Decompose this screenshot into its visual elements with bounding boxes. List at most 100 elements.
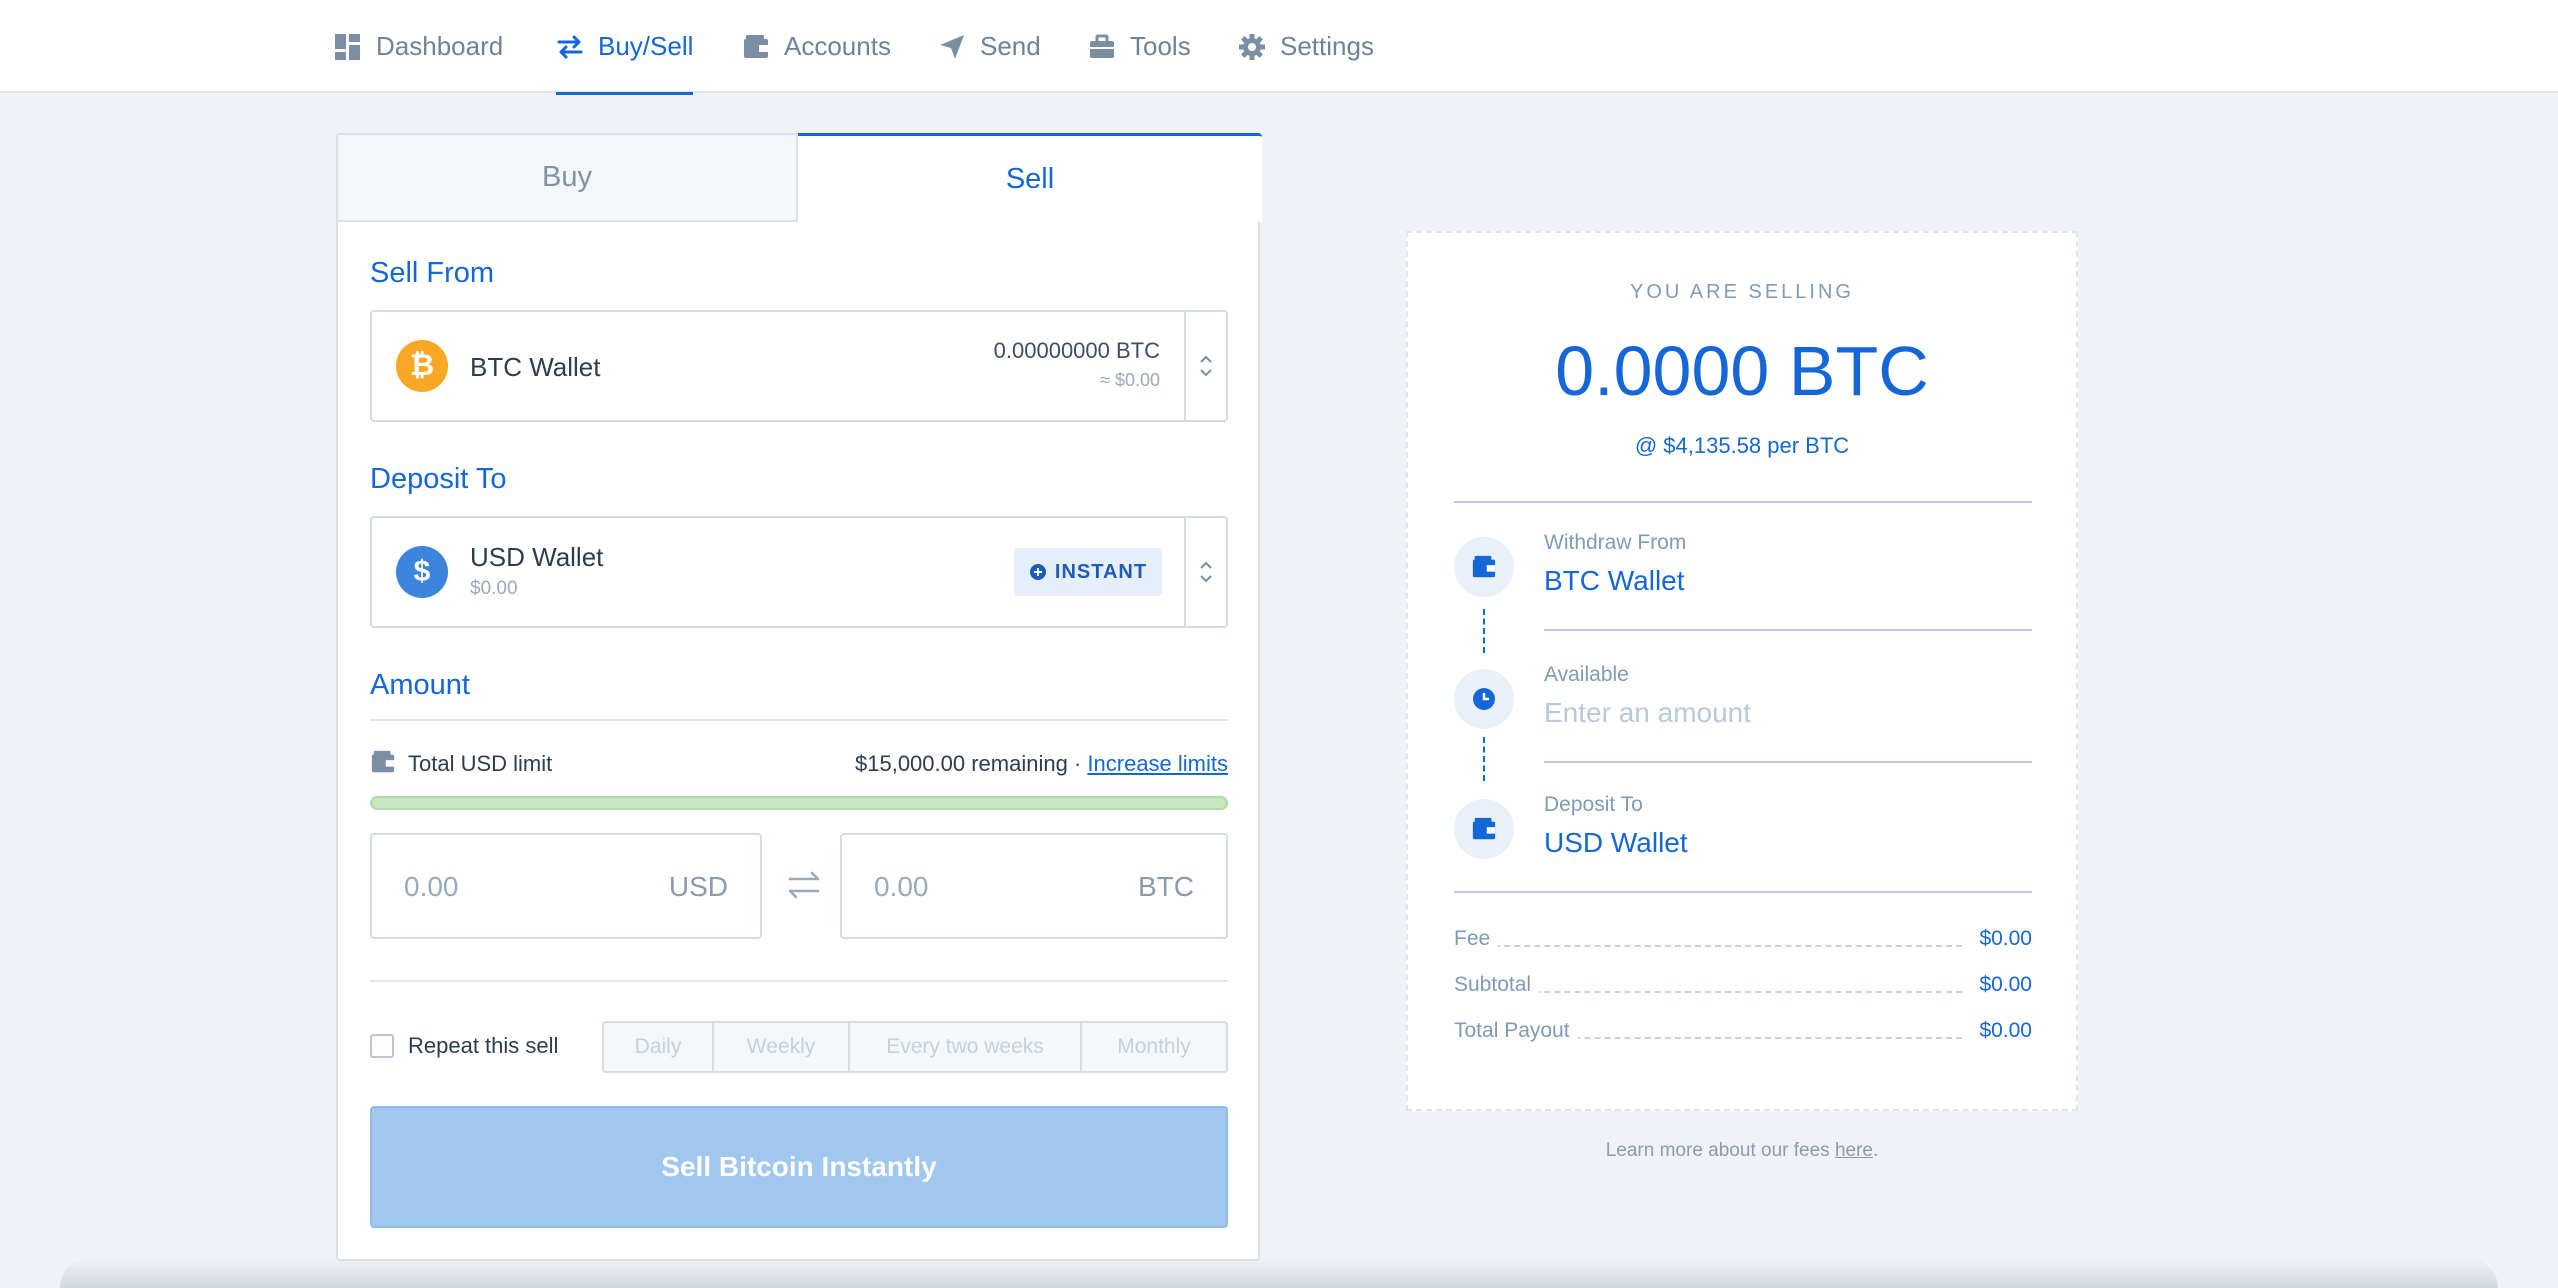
bottom-shadow bbox=[60, 1258, 2498, 1288]
dollar-icon: $ bbox=[396, 546, 448, 598]
deposit-to-stepper[interactable] bbox=[1184, 518, 1226, 626]
nav-send-label: Send bbox=[980, 31, 1041, 61]
usd-amount-value: 0.00 bbox=[404, 871, 459, 902]
fee-value: $0.00 bbox=[1971, 927, 2032, 951]
increase-limits-link[interactable]: Increase limits bbox=[1087, 751, 1228, 776]
wallet-icon bbox=[1454, 799, 1514, 859]
divider bbox=[1454, 891, 2032, 893]
step-connector bbox=[1483, 609, 1485, 653]
sell-from-wallet-name: BTC Wallet bbox=[470, 352, 601, 382]
frequency-monthly[interactable]: Monthly bbox=[1082, 1023, 1226, 1071]
usd-amount-input[interactable]: 0.00 USD bbox=[370, 833, 762, 939]
total-payout-row: Total Payout $0.00 bbox=[1454, 1019, 2032, 1049]
nav-dashboard[interactable]: Dashboard bbox=[334, 0, 503, 93]
exchange-icon bbox=[556, 33, 584, 61]
usd-currency-label: USD bbox=[668, 871, 728, 902]
deposit-to-select[interactable]: $ USD Wallet $0.00 INSTANT bbox=[370, 516, 1228, 628]
sell-from-stepper[interactable] bbox=[1184, 312, 1226, 420]
chevron-up-down-icon bbox=[1200, 561, 1212, 583]
nav-dashboard-label: Dashboard bbox=[376, 31, 504, 61]
gear-icon bbox=[1238, 33, 1266, 61]
instant-badge-label: INSTANT bbox=[1054, 560, 1148, 583]
limit-separator: · bbox=[1073, 751, 1082, 776]
btc-currency-label: BTC bbox=[1138, 871, 1194, 902]
fees-here-link[interactable]: here bbox=[1835, 1140, 1873, 1161]
subtotal-label: Subtotal bbox=[1454, 973, 1540, 997]
learn-more-text: Learn more about our fees bbox=[1605, 1140, 1835, 1161]
dotted-leader bbox=[1454, 945, 1962, 947]
nav-send[interactable]: Send bbox=[938, 0, 1041, 93]
paper-plane-icon bbox=[938, 33, 966, 61]
fee-row: Fee $0.00 bbox=[1454, 927, 2032, 957]
amount-title: Amount bbox=[370, 669, 470, 701]
chevron-up-down-icon bbox=[1200, 355, 1212, 377]
wallet-icon bbox=[1454, 537, 1514, 597]
summary-rate: @ $4,135.58 per BTC bbox=[1634, 433, 1850, 458]
limit-remaining-text: $15,000.00 remaining bbox=[855, 751, 1068, 776]
sell-from-balance-fiat: ≈ $0.00 bbox=[1100, 370, 1160, 390]
usd-limit-progress-bar bbox=[370, 796, 1228, 810]
subtotal-value: $0.00 bbox=[1971, 973, 2032, 997]
deposit-to-title: Deposit To bbox=[370, 463, 507, 495]
deposit-to-summary-value: USD Wallet bbox=[1544, 827, 1688, 858]
summary-amount: 0.0000 BTC bbox=[1555, 332, 1929, 410]
subtotal-row: Subtotal $0.00 bbox=[1454, 973, 2032, 1003]
repeat-sell-checkbox[interactable] bbox=[370, 1034, 394, 1058]
deposit-to-balance: $0.00 bbox=[470, 578, 518, 599]
tab-buy[interactable]: Buy bbox=[336, 133, 798, 222]
sell-from-balance: 0.00000000 BTC bbox=[993, 338, 1160, 363]
total-payout-label: Total Payout bbox=[1454, 1019, 1578, 1043]
repeat-frequency-group: Daily Weekly Every two weeks Monthly bbox=[602, 1021, 1228, 1073]
repeat-sell-row: Repeat this sell Daily Weekly Every two … bbox=[370, 1019, 1228, 1075]
available-value: Enter an amount bbox=[1544, 697, 1752, 728]
learn-more-fees: Learn more about our fees here. bbox=[1406, 1140, 2078, 1162]
nav-buy-sell[interactable]: Buy/Sell bbox=[556, 0, 694, 95]
withdraw-from-value: BTC Wallet bbox=[1544, 565, 1685, 596]
fee-label: Fee bbox=[1454, 927, 1499, 951]
total-payout-value: $0.00 bbox=[1971, 1019, 2032, 1043]
usd-limit-label: Total USD limit bbox=[408, 751, 553, 776]
bitcoin-icon: ₿ bbox=[396, 340, 448, 392]
nav-buy-sell-label: Buy/Sell bbox=[598, 31, 694, 61]
nav-tools-label: Tools bbox=[1130, 31, 1191, 61]
divider bbox=[1454, 501, 2032, 503]
divider bbox=[1544, 629, 2032, 631]
frequency-daily[interactable]: Daily bbox=[604, 1023, 714, 1071]
clock-icon bbox=[1454, 669, 1514, 729]
learn-more-period: . bbox=[1872, 1140, 1879, 1161]
divider bbox=[370, 719, 1228, 721]
wallet-icon bbox=[742, 33, 770, 61]
instant-badge: INSTANT bbox=[1014, 548, 1162, 596]
divider bbox=[370, 980, 1228, 982]
withdraw-from-label: Withdraw From bbox=[1544, 531, 1687, 554]
deposit-to-summary-label: Deposit To bbox=[1544, 793, 1643, 816]
btc-amount-input[interactable]: 0.00 BTC bbox=[840, 833, 1228, 939]
frequency-weekly[interactable]: Weekly bbox=[714, 1023, 850, 1071]
sell-from-select[interactable]: ₿ BTC Wallet 0.00000000 BTC ≈ $0.00 bbox=[370, 310, 1228, 422]
available-label: Available bbox=[1544, 663, 1629, 686]
dashboard-icon bbox=[334, 33, 362, 61]
swap-arrows-icon[interactable] bbox=[784, 865, 824, 905]
btc-amount-value: 0.00 bbox=[874, 871, 929, 902]
frequency-every-two-weeks[interactable]: Every two weeks bbox=[850, 1023, 1082, 1071]
tab-sell[interactable]: Sell bbox=[798, 133, 1262, 222]
briefcase-icon bbox=[1088, 33, 1116, 61]
nav-settings-label: Settings bbox=[1280, 31, 1374, 61]
summary-heading: YOU ARE SELLING bbox=[1630, 281, 1854, 303]
usd-limit-remaining: $15,000.00 remaining · Increase limits bbox=[855, 751, 1228, 777]
nav-settings[interactable]: Settings bbox=[1238, 0, 1374, 93]
sell-bitcoin-button[interactable]: Sell Bitcoin Instantly bbox=[370, 1106, 1228, 1228]
buy-sell-form: Buy Sell Sell From ₿ BTC Wallet 0.000000… bbox=[336, 133, 1262, 1261]
repeat-sell-label: Repeat this sell bbox=[408, 1033, 559, 1058]
sell-from-title: Sell From bbox=[370, 257, 495, 289]
plus-circle-icon bbox=[1029, 564, 1046, 580]
sell-summary-panel: YOU ARE SELLING 0.0000 BTC @ $4,135.58 p… bbox=[1406, 231, 2078, 1111]
deposit-to-wallet-name: USD Wallet bbox=[470, 542, 604, 572]
divider bbox=[1544, 761, 2032, 763]
top-navigation: Dashboard Buy/Sell Accounts Send Tools S… bbox=[0, 0, 2558, 95]
step-connector bbox=[1483, 737, 1485, 781]
nav-tools[interactable]: Tools bbox=[1088, 0, 1191, 93]
nav-accounts[interactable]: Accounts bbox=[742, 0, 891, 93]
nav-accounts-label: Accounts bbox=[784, 31, 891, 61]
wallet-icon bbox=[371, 750, 395, 773]
